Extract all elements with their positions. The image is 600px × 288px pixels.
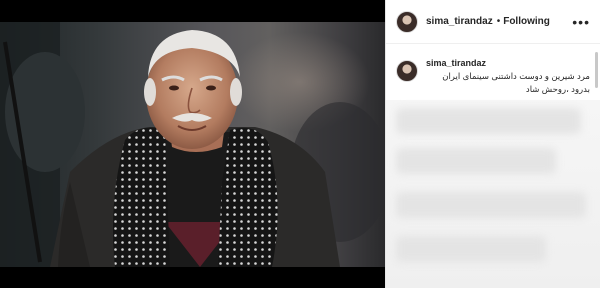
separator-dot: •: [496, 16, 501, 27]
portrait-illustration: [0, 22, 385, 267]
blurred-comment: [396, 236, 546, 262]
blurred-comment: [396, 148, 556, 174]
username-link[interactable]: sima_tirandaz: [426, 16, 493, 27]
caption-text: مرد شیرین و دوست داشتنی سینمای ایران بدر…: [442, 71, 590, 94]
blurred-comment: [396, 108, 581, 134]
instagram-post-viewer: sima_tirandaz • Following ••• sima_tiran…: [0, 0, 600, 288]
blurred-comments-area: [386, 100, 600, 288]
blurred-comment: [396, 192, 586, 218]
post-photo[interactable]: [0, 22, 385, 267]
more-horizontal-icon[interactable]: •••: [572, 15, 590, 29]
following-button[interactable]: Following: [503, 16, 550, 27]
post-header: sima_tirandaz • Following •••: [386, 0, 600, 44]
comments-scrollbar[interactable]: [595, 52, 598, 88]
caption-avatar[interactable]: [396, 60, 418, 82]
post-side-panel: sima_tirandaz • Following ••• sima_tiran…: [385, 0, 600, 288]
caption-username-link[interactable]: sima_tirandaz: [426, 58, 590, 68]
avatar[interactable]: [396, 10, 418, 33]
